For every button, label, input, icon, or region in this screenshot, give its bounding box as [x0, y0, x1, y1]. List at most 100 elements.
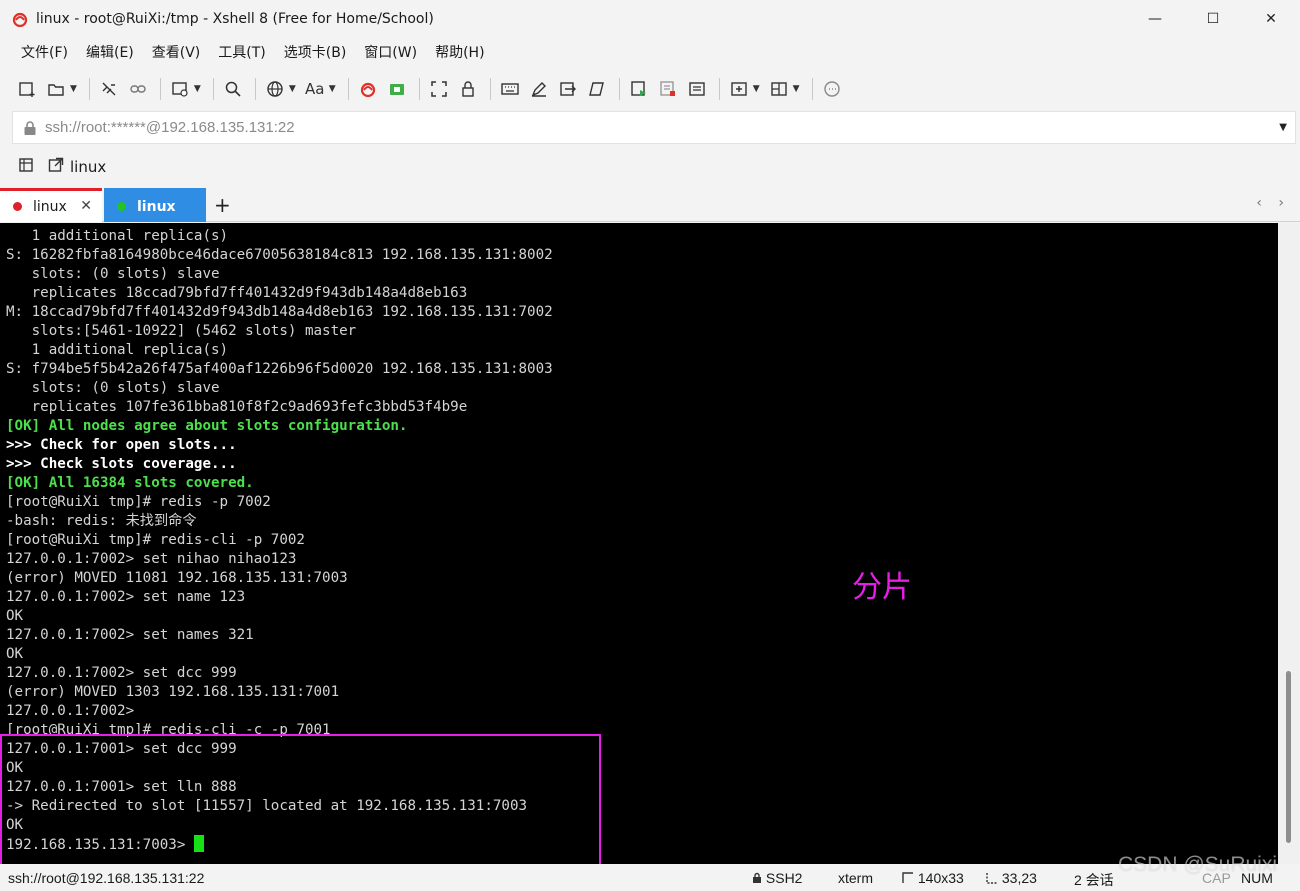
- padlock-icon: [753, 872, 761, 883]
- toolbar-divider: [618, 78, 620, 100]
- toolbar: ▼ ▼ ▼ Aa ▼ ▼ ▼: [0, 70, 1300, 108]
- tab-linux-1[interactable]: linux ✕: [0, 188, 102, 222]
- terminal-line: (error) MOVED 1303 192.168.135.131:7001: [6, 684, 340, 700]
- menu-window[interactable]: 窗口(W): [355, 38, 426, 68]
- scrollbar-thumb[interactable]: [1286, 671, 1291, 843]
- new-tab-group-icon[interactable]: [726, 76, 752, 102]
- terminal-line: [root@RuiXi tmp]# redis -p 7002: [6, 494, 271, 510]
- toolbar-divider: [418, 78, 420, 100]
- terminal-line: 127.0.0.1:7002> set dcc 999: [6, 665, 237, 681]
- terminal-scrollbar[interactable]: [1278, 223, 1300, 864]
- chat-icon[interactable]: [819, 76, 845, 102]
- terminal-line: S: f794be5f5b42a26f475af400af1226b96f5d0…: [6, 361, 553, 377]
- terminal-line: [OK] All 16384 slots covered.: [6, 475, 254, 491]
- menu-tools[interactable]: 工具(T): [209, 38, 274, 68]
- toolbar-divider: [489, 78, 491, 100]
- terminal-line: OK: [6, 646, 24, 662]
- log-icon[interactable]: [655, 76, 681, 102]
- xshell-red-icon[interactable]: [355, 76, 381, 102]
- toolbar-divider: [811, 78, 813, 100]
- fullscreen-icon[interactable]: [426, 76, 452, 102]
- add-tab-button[interactable]: +: [214, 193, 231, 217]
- status-size: 140x33: [902, 870, 964, 886]
- lock-icon[interactable]: [455, 76, 481, 102]
- font-icon[interactable]: Aa: [302, 76, 328, 102]
- disconnect-icon[interactable]: [96, 76, 122, 102]
- session-link-linux[interactable]: linux: [48, 157, 106, 177]
- terminal-line: 127.0.0.1:7002> set name 123: [6, 589, 246, 605]
- terminal-line: (error) MOVED 11081 192.168.135.131:7003: [6, 570, 348, 586]
- toolbar-divider: [254, 78, 256, 100]
- tab-bar: linux ✕ linux + ‹ ›: [0, 188, 1300, 222]
- close-button[interactable]: ✕: [1242, 0, 1300, 38]
- status-bar: ssh://root@192.168.135.131:22 SSH2 xterm…: [0, 866, 1300, 891]
- chevron-down-icon[interactable]: ▼: [329, 84, 336, 94]
- start-log-icon[interactable]: [626, 76, 652, 102]
- toolbar-divider: [212, 78, 214, 100]
- address-dropdown-icon[interactable]: ▼: [1279, 122, 1287, 133]
- status-cursor-position: 33,23: [986, 870, 1037, 886]
- chevron-down-icon[interactable]: ▼: [70, 84, 77, 94]
- menu-view[interactable]: 查看(V): [143, 38, 210, 68]
- maximize-button[interactable]: ☐: [1184, 0, 1242, 38]
- terminal-line: 1 additional replica(s): [6, 342, 229, 358]
- open-folder-icon[interactable]: [43, 76, 69, 102]
- chevron-down-icon[interactable]: ▼: [289, 84, 296, 94]
- chevron-down-icon[interactable]: ▼: [753, 84, 760, 94]
- terminal-line: slots:[5461-10922] (5462 slots) master: [6, 323, 357, 339]
- terminal-line: M: 18ccad79bfd7ff401432d9f943db148a4d8eb…: [6, 304, 553, 320]
- resize-icon: [902, 872, 913, 883]
- globe-icon[interactable]: [262, 76, 288, 102]
- terminal-line: replicates 18ccad79bfd7ff401432d9f943db1…: [6, 285, 468, 301]
- tab-close-icon[interactable]: ✕: [80, 198, 92, 214]
- toolbar-divider: [718, 78, 720, 100]
- toolbar-divider: [347, 78, 349, 100]
- tab-linux-2[interactable]: linux: [104, 188, 206, 222]
- pen-icon[interactable]: [526, 76, 552, 102]
- menu-tabs[interactable]: 选项卡(B): [275, 38, 356, 68]
- annotation-text: 分片: [852, 570, 912, 605]
- session-manager-icon[interactable]: [18, 156, 36, 178]
- terminal-line: -bash: redis: 未找到命令: [6, 513, 197, 529]
- tab-navigation-arrows[interactable]: ‹ ›: [1256, 195, 1290, 211]
- menu-edit[interactable]: 编辑(E): [77, 38, 143, 68]
- session-bar: linux: [0, 150, 1300, 184]
- terminal-line: 127.0.0.1:7002> set nihao nihao123: [6, 551, 297, 567]
- xftp-green-icon[interactable]: [384, 76, 410, 102]
- address-input[interactable]: [45, 119, 1245, 136]
- terminal-line: >>> Check for open slots...: [6, 437, 237, 453]
- properties-icon[interactable]: [167, 76, 193, 102]
- terminal-line: 127.0.0.1:7002>: [6, 703, 135, 719]
- terminal-line: [root@RuiXi tmp]# redis-cli -p 7002: [6, 532, 305, 548]
- chevron-down-icon[interactable]: ▼: [194, 84, 201, 94]
- menu-bar: 文件(F) 编辑(E) 查看(V) 工具(T) 选项卡(B) 窗口(W) 帮助(…: [0, 38, 1300, 68]
- session-link-label: linux: [70, 158, 107, 176]
- document-icon[interactable]: [684, 76, 710, 102]
- layout-icon[interactable]: [766, 76, 792, 102]
- terminal-line: slots: (0 slots) slave: [6, 266, 220, 282]
- status-dot: [13, 202, 22, 211]
- script-icon[interactable]: [584, 76, 610, 102]
- status-connection: ssh://root@192.168.135.131:22: [8, 870, 205, 886]
- status-protocol: SSH2: [752, 870, 802, 886]
- address-bar: ▼: [12, 111, 1296, 144]
- terminal-line: 1 additional replica(s): [6, 228, 229, 244]
- menu-file[interactable]: 文件(F): [12, 38, 77, 68]
- terminal-line: OK: [6, 608, 24, 624]
- search-icon[interactable]: [220, 76, 246, 102]
- keyboard-icon[interactable]: [497, 76, 523, 102]
- tab-label: linux: [33, 198, 67, 215]
- toolbar-divider: [88, 78, 90, 100]
- tab-label: linux: [137, 198, 176, 215]
- link-icon[interactable]: [125, 76, 151, 102]
- terminal-line: S: 16282fbfa8164980bce46dace67005638184c…: [6, 247, 553, 263]
- chevron-down-icon[interactable]: ▼: [793, 84, 800, 94]
- padlock-icon: [23, 120, 37, 136]
- menu-help[interactable]: 帮助(H): [426, 38, 493, 68]
- terminal-line: 127.0.0.1:7002> set names 321: [6, 627, 254, 643]
- minimize-button[interactable]: —: [1126, 0, 1184, 38]
- terminal-line: >>> Check slots coverage...: [6, 456, 237, 472]
- terminal-output[interactable]: 1 additional replica(s) S: 16282fbfa81649…: [0, 223, 1278, 864]
- send-icon[interactable]: [555, 76, 581, 102]
- new-session-icon[interactable]: [14, 76, 40, 102]
